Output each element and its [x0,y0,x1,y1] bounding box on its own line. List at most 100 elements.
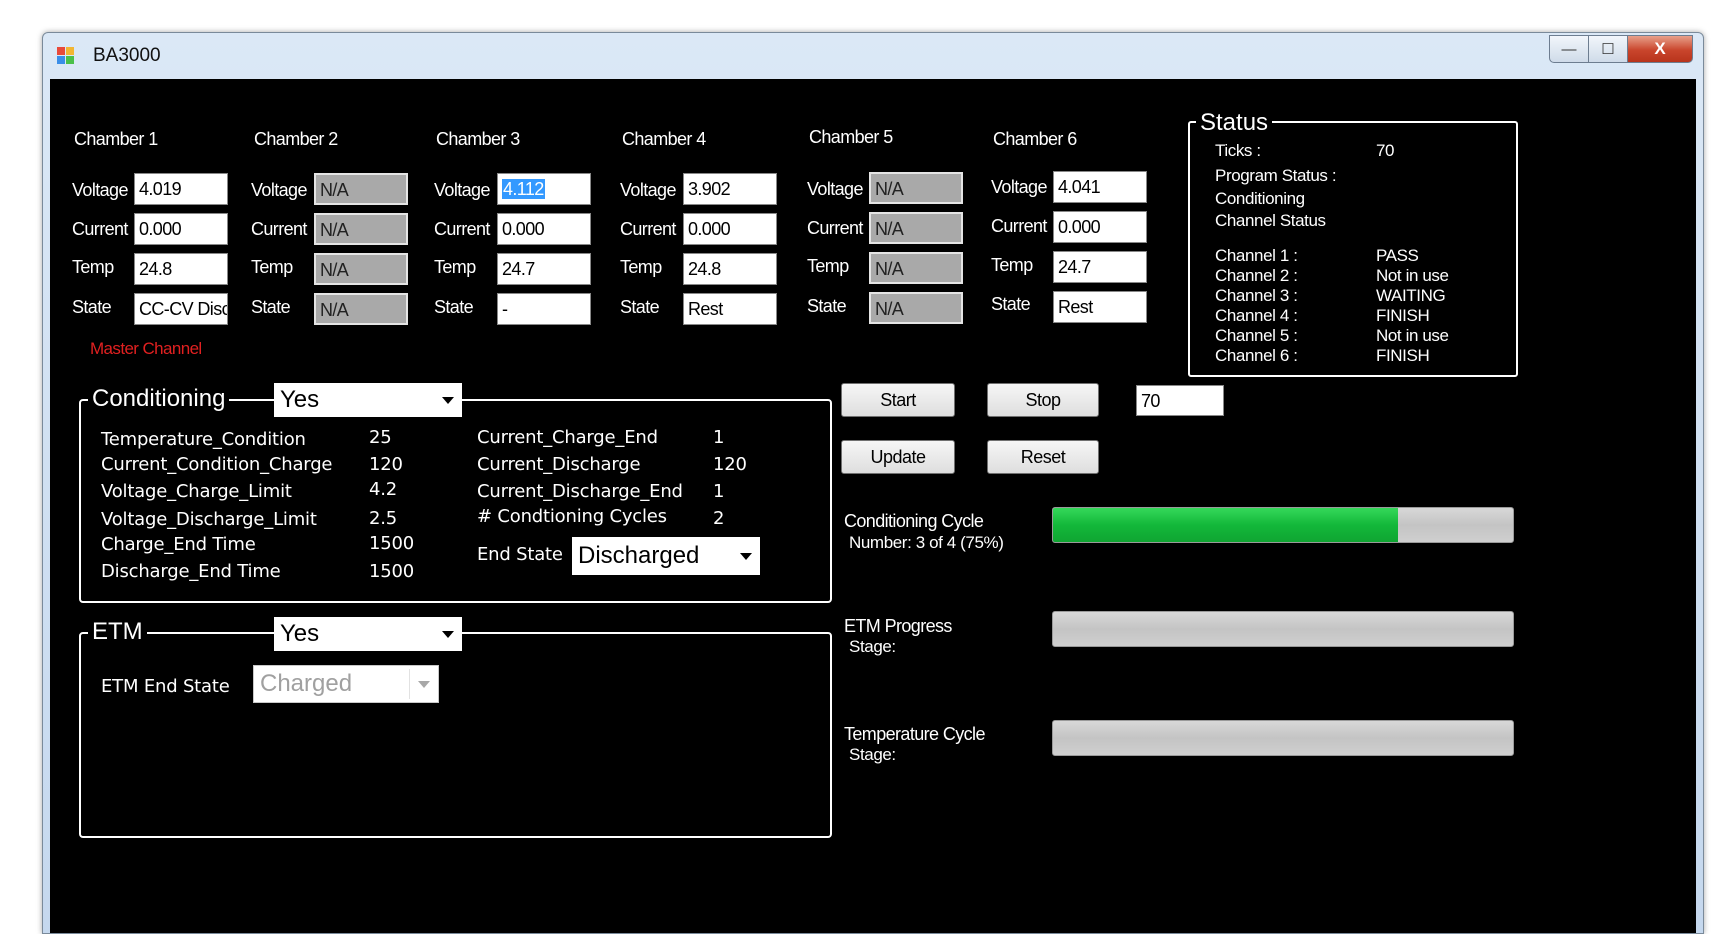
channel-status-label: Channel Status [1215,211,1326,230]
chamber-2-temp-label: Temp [251,257,293,277]
channel-4-status-label: Channel 4 : [1215,306,1298,325]
minimize-button[interactable]: — [1549,35,1589,63]
chamber-3-current-field[interactable]: 0.000 [497,213,591,245]
chamber-2-temp-field[interactable]: N/A [314,253,408,285]
chamber-6-current-label: Current [991,216,1047,236]
program-status-value: Conditioning [1215,189,1305,208]
etm-progress-label: ETM Progress [844,616,952,636]
ticks-input[interactable]: 70 [1136,385,1224,416]
param-name: Current_Discharge [477,454,641,475]
param-value: 120 [713,454,747,475]
chamber-2-current-field[interactable]: N/A [314,213,408,245]
param-value: 1500 [369,533,415,554]
conditioning-cycle-label: Conditioning Cycle [844,511,984,531]
end-state-dropdown[interactable]: Discharged [572,537,760,575]
conditioning-enabled-value: Yes [280,386,320,413]
chamber-6-voltage-label: Voltage [991,177,1047,197]
minimize-icon: — [1561,40,1577,58]
chamber-4-current-field[interactable]: 0.000 [683,213,777,245]
chamber-5-state-field[interactable]: N/A [869,292,963,324]
chamber-3-title: Chamber 3 [436,129,520,149]
chamber-4-voltage-label: Voltage [620,180,676,200]
channel-4-status-value: FINISH [1376,306,1430,325]
client-area: Chamber 1 Voltage 4.019 Current 0.000 Te… [50,79,1696,933]
master-channel-label: Master Channel [90,339,202,358]
title-bar[interactable]: BA3000 — ☐ X [43,33,1703,79]
chamber-5-voltage-label: Voltage [807,179,863,199]
maximize-button[interactable]: ☐ [1588,35,1628,63]
maximize-icon: ☐ [1601,41,1615,58]
chamber-2-current-label: Current [251,219,307,239]
chamber-5-temp-field[interactable]: N/A [869,252,963,284]
etm-end-state-value: Charged [260,670,353,697]
chamber-1-voltage-label: Voltage [72,180,128,200]
param-name: Current_Discharge_End [477,481,683,502]
stop-button[interactable]: Stop [987,383,1099,417]
update-button[interactable]: Update [841,440,955,474]
chamber-4-temp-field[interactable]: 24.8 [683,253,777,285]
chevron-down-icon [442,397,454,404]
param-value: 120 [369,454,403,475]
etm-group [79,632,832,838]
chamber-4-title: Chamber 4 [622,129,706,149]
channel-5-status-label: Channel 5 : [1215,326,1298,345]
end-state-label: End State [477,544,563,565]
chamber-4-voltage-field[interactable]: 3.902 [683,173,777,205]
chamber-1-temp-label: Temp [72,257,114,277]
app-window: BA3000 — ☐ X Chamber 1 Voltage 4.019 Cur… [42,32,1704,934]
etm-enabled-dropdown[interactable]: Yes [274,617,462,651]
end-state-value: Discharged [578,542,700,569]
param-value: 1 [713,481,725,502]
start-button[interactable]: Start [841,383,955,417]
channel-2-status-value: Not in use [1376,266,1449,285]
chamber-6-state-field[interactable]: Rest [1053,291,1147,323]
chamber-1-temp-field[interactable]: 24.8 [134,253,228,285]
conditioning-progress-fill [1053,508,1398,542]
chamber-3-temp-label: Temp [434,257,476,277]
param-name: Discharge_End Time [101,561,281,582]
chamber-2-state-field[interactable]: N/A [314,293,408,325]
chamber-5-current-field[interactable]: N/A [869,212,963,244]
window-title: BA3000 [93,45,161,66]
channel-1-status-value: PASS [1376,246,1419,265]
chamber-6-voltage-field[interactable]: 4.041 [1053,171,1147,203]
param-value: 2.5 [369,508,398,529]
chamber-3-voltage-field[interactable]: 4.112 [497,173,591,205]
chamber-2-voltage-field[interactable]: N/A [314,173,408,205]
etm-progress-bar [1052,611,1514,647]
param-value: 1 [713,427,725,448]
chamber-4-state-field[interactable]: Rest [683,293,777,325]
chamber-3-voltage-label: Voltage [434,180,490,200]
close-button[interactable]: X [1627,35,1693,63]
param-name: Voltage_Charge_Limit [101,481,292,502]
chamber-5-title: Chamber 5 [809,127,893,147]
chevron-down-icon [418,681,430,688]
param-value: 4.2 [369,479,398,500]
chamber-1-voltage-field[interactable]: 4.019 [134,173,228,205]
chamber-5-voltage-field[interactable]: N/A [869,172,963,204]
param-name: Temperature_Condition [101,429,306,450]
etm-enabled-value: Yes [280,620,320,647]
etm-stage-label: Stage: [849,637,896,656]
chevron-down-icon [740,553,752,560]
chamber-3-temp-field[interactable]: 24.7 [497,253,591,285]
chamber-1-current-field[interactable]: 0.000 [134,213,228,245]
chamber-4-state-label: State [620,297,660,317]
param-value: 1500 [369,561,415,582]
chamber-5-temp-label: Temp [807,256,849,276]
conditioning-enabled-dropdown[interactable]: Yes [274,383,462,417]
chamber-5-current-label: Current [807,218,863,238]
chamber-1-title: Chamber 1 [74,129,158,149]
etm-end-state-dropdown[interactable]: Charged [253,665,439,703]
reset-button[interactable]: Reset [987,440,1099,474]
param-value: 2 [713,508,725,529]
chamber-6-current-field[interactable]: 0.000 [1053,211,1147,243]
app-icon [57,47,75,65]
chamber-1-state-field[interactable]: CC-CV Discharge [134,293,228,325]
chamber-3-state-field[interactable]: - [497,293,591,325]
status-title: Status [1196,109,1273,137]
chamber-3-state-label: State [434,297,474,317]
chamber-1-state-label: State [72,297,112,317]
chamber-3-current-label: Current [434,219,490,239]
chamber-6-temp-field[interactable]: 24.7 [1053,251,1147,283]
